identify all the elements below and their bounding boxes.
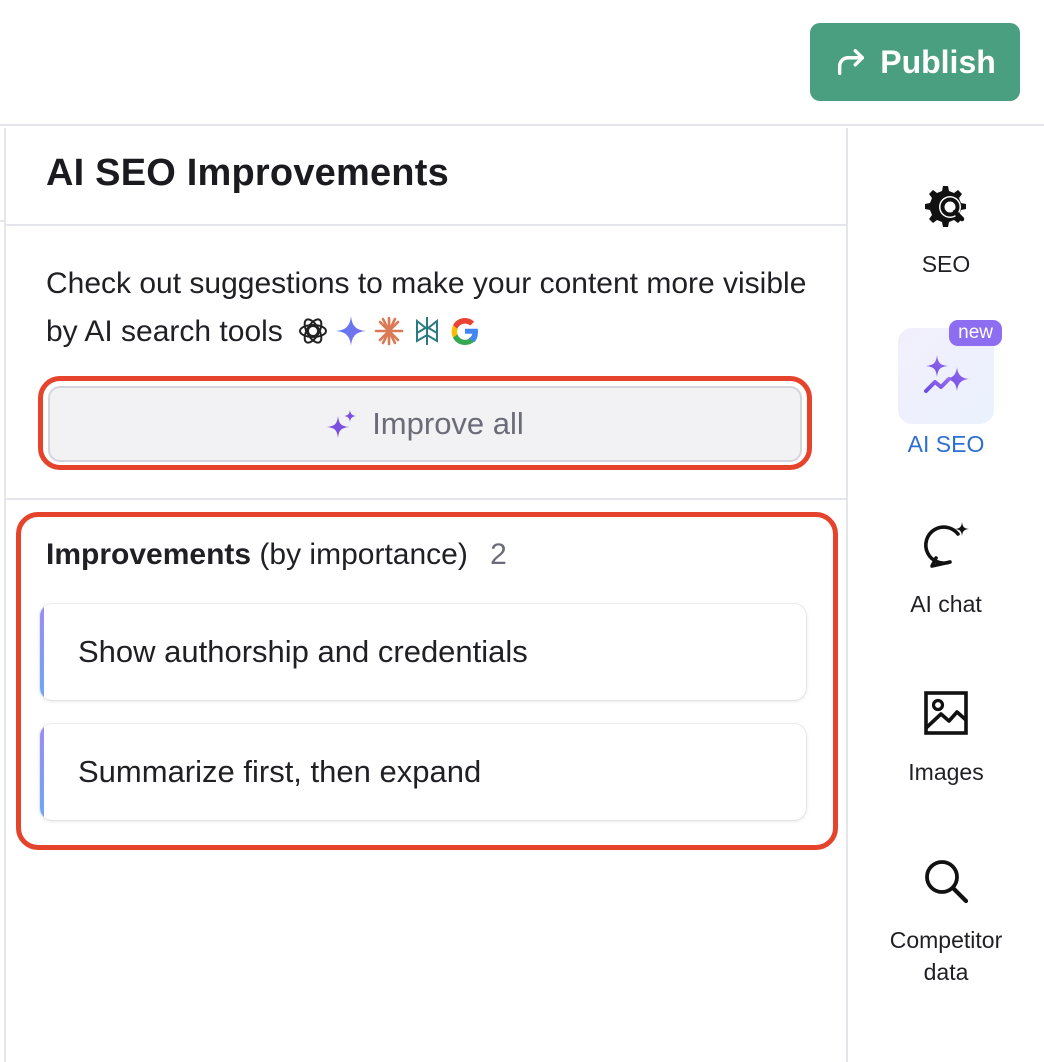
sidebar-item-label: AI chat: [910, 591, 982, 617]
sidebar-item-images[interactable]: Images: [848, 688, 1044, 788]
publish-label: Publish: [880, 43, 996, 80]
improve-all-button[interactable]: Improve all: [48, 386, 802, 462]
ai-seo-panel: AI SEO Improvements Check out suggestion…: [6, 128, 846, 1062]
right-sidebar: SEO new AI SEO AI chat Images Competitor…: [848, 128, 1044, 1062]
sidebar-item-label: Competitor: [889, 927, 1003, 953]
sidebar-item-label-line2: data: [923, 959, 969, 985]
improvements-heading: Improvements (by importance) 2: [46, 538, 507, 572]
image-icon: [924, 691, 968, 735]
divider: [6, 224, 846, 226]
ai-tool-icons: [297, 315, 481, 347]
publish-button[interactable]: Publish: [810, 23, 1020, 101]
improvements-heading-rest: (by importance): [259, 538, 468, 571]
sidebar-item-label: Images: [908, 759, 984, 785]
sidebar-item-seo[interactable]: SEO: [848, 180, 1044, 280]
divider: [6, 498, 846, 500]
top-bar: Publish: [0, 0, 1044, 126]
sparkles-icon: [327, 410, 357, 438]
improvement-card[interactable]: Summarize first, then expand: [40, 724, 806, 820]
improvements-count: 2: [490, 538, 507, 571]
gemini-icon: [336, 316, 367, 346]
sidebar-item-ai-chat[interactable]: AI chat: [848, 520, 1044, 620]
share-arrow-icon: [838, 48, 865, 76]
google-icon: [451, 318, 479, 345]
panel-title: AI SEO Improvements: [46, 152, 449, 194]
magnifier-icon: [925, 860, 969, 904]
sidebar-item-ai-seo[interactable]: new AI SEO: [848, 320, 1044, 460]
sidebar-item-label: AI SEO: [907, 431, 985, 457]
improve-all-label: Improve all: [372, 406, 524, 441]
improvements-heading-bold: Improvements: [46, 538, 252, 571]
chat-sparkle-icon: [924, 522, 969, 568]
ai-seo-icon-box: new: [898, 320, 1002, 424]
improvement-card[interactable]: Show authorship and credentials: [40, 604, 806, 700]
improvement-label: Show authorship and credentials: [78, 634, 528, 669]
seo-gear-icon: [925, 186, 966, 227]
sidebar-item-competitor-data[interactable]: Competitor data: [848, 856, 1044, 988]
openai-icon: [299, 318, 328, 344]
perplexity-icon: [416, 317, 439, 345]
card-accent: [40, 604, 44, 700]
sparkles-icon: [924, 355, 969, 393]
card-accent: [40, 724, 44, 820]
panel-description: Check out suggestions to make your conte…: [46, 260, 826, 356]
new-badge: new: [949, 320, 1002, 346]
improvement-label: Summarize first, then expand: [78, 754, 482, 789]
sidebar-item-label: SEO: [921, 251, 971, 277]
claude-icon: [374, 316, 404, 346]
